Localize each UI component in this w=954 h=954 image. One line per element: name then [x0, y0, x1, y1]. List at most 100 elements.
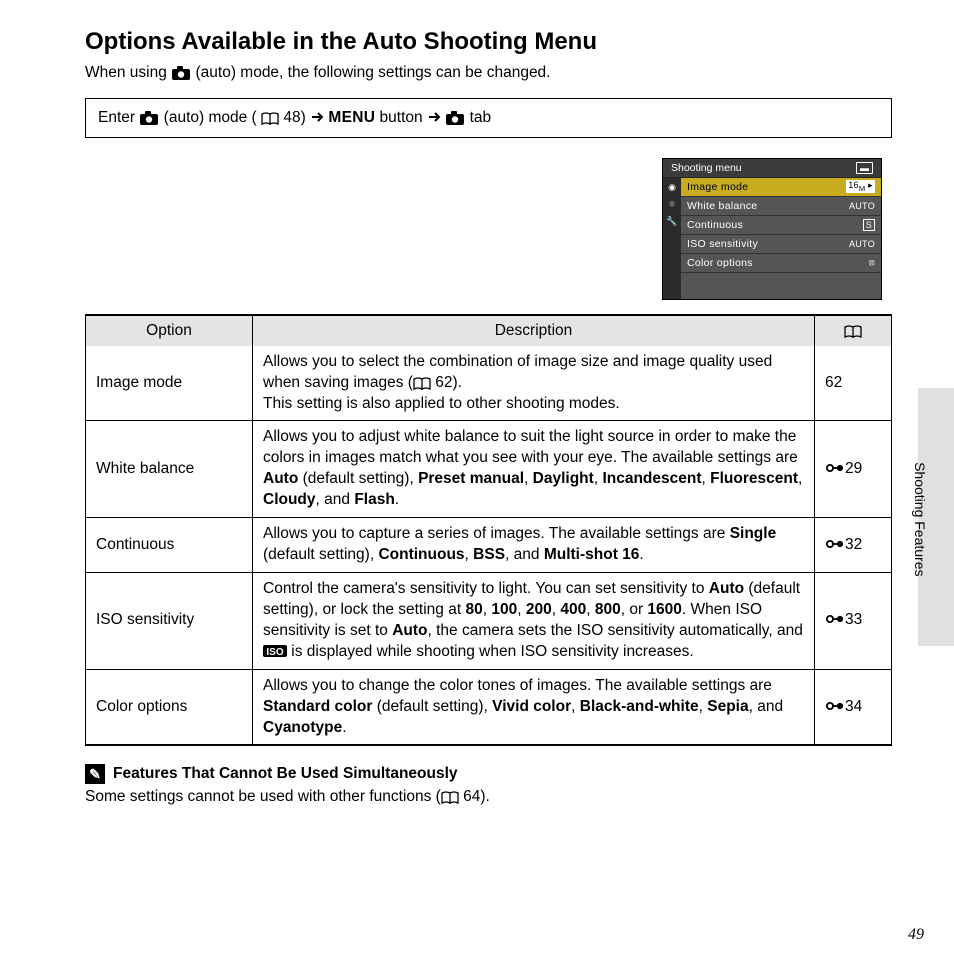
desc-text: , [702, 470, 711, 487]
ref-cell: 34 [815, 669, 892, 745]
lcd-row-label: Color options [687, 257, 753, 269]
scene-tab-icon: ❄ [665, 198, 679, 212]
option-name: Image mode [86, 346, 253, 421]
lcd-row-continuous: Continuous S [681, 216, 881, 235]
option-desc: Allows you to adjust white balance to su… [253, 421, 815, 518]
ref-num: 34 [845, 698, 862, 715]
lcd-tab-strip: ◉ ❄ 🔧 [663, 178, 681, 299]
lcd-row-label: Continuous [687, 219, 743, 231]
section-tab-label: Shooting Features [912, 462, 928, 576]
ref-cell: 29 [815, 421, 892, 518]
desc-bold: Fluorescent [710, 470, 798, 487]
desc-text: , [517, 601, 526, 618]
table-header-row: Option Description [86, 315, 892, 346]
desc-bold: Daylight [533, 470, 594, 487]
note-body-b: 64). [459, 788, 490, 805]
battery-icon: ▬ [856, 162, 873, 174]
desc-bold: BSS [473, 546, 505, 563]
camera-icon [445, 109, 465, 125]
desc-bold: Sepia [707, 698, 748, 715]
option-name: White balance [86, 421, 253, 518]
note-body-a: Some settings cannot be used with other … [85, 788, 441, 805]
desc-text: Allows you to select the combination of … [263, 353, 772, 391]
desc-text: (default setting), [263, 546, 378, 563]
desc-text: , [524, 470, 533, 487]
lcd-row-value: AUTO [849, 201, 875, 211]
desc-bold: 200 [526, 601, 552, 618]
option-name: ISO sensitivity [86, 572, 253, 669]
page-number: 49 [908, 926, 924, 944]
desc-bold: Continuous [378, 546, 464, 563]
book-icon [441, 790, 459, 804]
table-row: Image mode Allows you to select the comb… [86, 346, 892, 421]
extref-icon [825, 611, 845, 627]
nav-text-a: Enter [98, 109, 139, 126]
desc-text: . [639, 546, 643, 563]
options-table: Option Description Image mode Allows you… [85, 314, 892, 747]
camera-icon [139, 109, 159, 125]
desc-text: , and [505, 546, 544, 563]
option-desc: Allows you to select the combination of … [253, 346, 815, 421]
option-name: Color options [86, 669, 253, 745]
lcd-row-value: S [863, 219, 875, 231]
lcd-row-color-options: Color options ⦻ [681, 254, 881, 273]
lcd-row-white-balance: White balance AUTO [681, 197, 881, 216]
desc-bold: Auto [709, 580, 744, 597]
ref-num: 33 [845, 611, 862, 628]
desc-bold: Auto [392, 622, 427, 639]
lcd-row-value: ⦻ [869, 257, 875, 268]
desc-bold: Preset manual [418, 470, 524, 487]
option-name: Continuous [86, 518, 253, 573]
iso-icon [263, 643, 287, 659]
ref-num: 32 [845, 536, 862, 553]
book-icon [844, 324, 862, 338]
desc-bold: Standard color [263, 698, 372, 715]
lcd-row-value: AUTO [849, 239, 875, 249]
desc-text: Allows you to change the color tones of … [263, 677, 772, 694]
desc-text: , [798, 470, 802, 487]
lcd-row-label: White balance [687, 200, 757, 212]
desc-text: , [586, 601, 595, 618]
desc-text: , or [621, 601, 648, 618]
camera-tab-icon: ◉ [665, 181, 679, 195]
header-ref [815, 315, 892, 346]
desc-bold: Incandescent [602, 470, 701, 487]
intro-text-a: When using [85, 64, 171, 81]
book-icon [261, 111, 279, 125]
desc-text: Control the camera's sensitivity to ligh… [263, 580, 709, 597]
lcd-row-label: Image mode [687, 181, 748, 193]
desc-bold: Black-and-white [580, 698, 699, 715]
desc-text: Allows you to adjust white balance to su… [263, 428, 798, 466]
shooting-menu-lcd: Shooting menu ▬ ◉ ❄ 🔧 Image mode16M ▸ Wh… [662, 158, 882, 300]
desc-bold: Auto [263, 470, 298, 487]
intro-text-b: (auto) mode, the following settings can … [195, 64, 550, 81]
desc-text: Allows you to capture a series of images… [263, 525, 730, 542]
lcd-row-iso: ISO sensitivity AUTO [681, 235, 881, 254]
ref-cell: 62 [815, 346, 892, 421]
table-row: White balance Allows you to adjust white… [86, 421, 892, 518]
lcd-row-image-mode: Image mode16M ▸ [681, 178, 881, 197]
extref-icon [825, 698, 845, 714]
note-heading: ✎ Features That Cannot Be Used Simultane… [85, 764, 892, 784]
arrow-icon [427, 109, 441, 125]
table-row: Continuous Allows you to capture a serie… [86, 518, 892, 573]
desc-text: , [571, 698, 580, 715]
page-title: Options Available in the Auto Shooting M… [85, 28, 892, 56]
option-desc: Allows you to change the color tones of … [253, 669, 815, 745]
desc-bold: 1600 [647, 601, 681, 618]
option-desc: Allows you to capture a series of images… [253, 518, 815, 573]
lcd-row-label: ISO sensitivity [687, 238, 758, 250]
header-option: Option [86, 315, 253, 346]
desc-bold: Flash [354, 491, 394, 508]
nav-text-d: button [380, 109, 427, 126]
book-icon [413, 376, 431, 390]
intro-text: When using (auto) mode, the following se… [85, 64, 892, 82]
desc-bold: Vivid color [492, 698, 571, 715]
desc-text: , the camera sets the ISO sensitivity au… [428, 622, 803, 639]
desc-bold: 400 [560, 601, 586, 618]
pencil-icon: ✎ [85, 764, 105, 784]
desc-text: , [699, 698, 708, 715]
desc-bold: Cyanotype [263, 719, 342, 736]
desc-text: , and [316, 491, 355, 508]
option-desc: Control the camera's sensitivity to ligh… [253, 572, 815, 669]
